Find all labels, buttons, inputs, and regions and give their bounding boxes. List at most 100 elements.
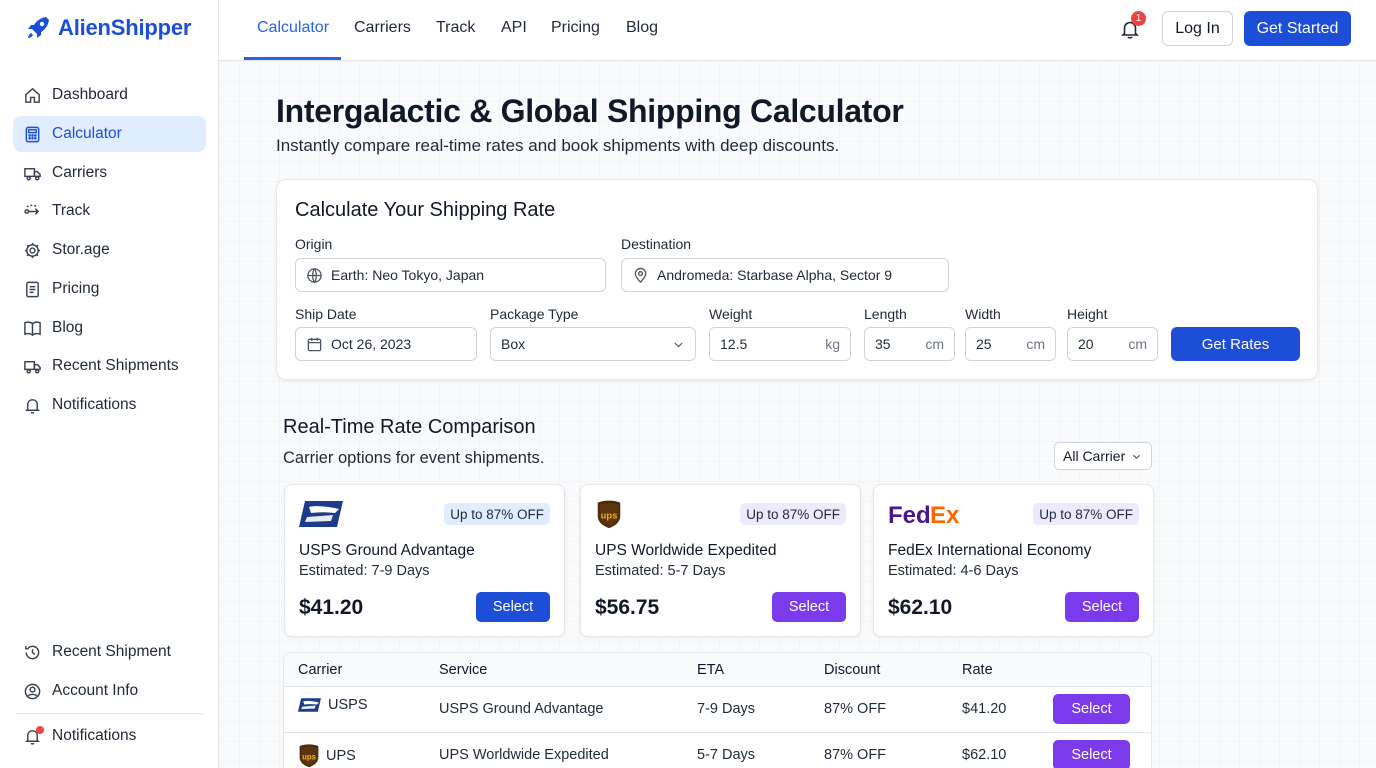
svg-text:ups: ups [302, 752, 317, 761]
usps-logo [298, 698, 321, 712]
height-value: 20 [1078, 336, 1094, 352]
carrier-name: UPS [326, 747, 356, 764]
rate-price: $41.20 [299, 596, 364, 619]
globe-icon [307, 267, 322, 283]
active-tab-indicator [244, 57, 341, 60]
history-icon [25, 645, 40, 659]
select-rate-button[interactable]: Select [1065, 592, 1139, 622]
sidebar-item-notifications-bottom[interactable]: Notifications [13, 718, 206, 754]
table-row: USPS USPS Ground Advantage 7-9 Days 87% … [284, 687, 1151, 733]
topnav-pricing[interactable]: Pricing [551, 19, 600, 37]
sidebar-item-account-info[interactable]: Account Info [13, 673, 206, 709]
select-rate-button[interactable]: Select [476, 592, 550, 622]
sidebar-item-label: Pricing [52, 280, 100, 297]
height-label: Height [1067, 306, 1108, 322]
notification-count-badge: 1 [1131, 11, 1146, 26]
origin-label: Origin [295, 236, 333, 252]
destination-value: Andromeda: Starbase Alpha, Sector 9 [657, 267, 893, 283]
carrier-name: USPS [328, 697, 368, 713]
svg-text:Fed: Fed [888, 502, 931, 529]
weight-unit: kg [825, 336, 840, 352]
service-cell: USPS Ground Advantage [439, 701, 604, 717]
column-header: ETA [697, 662, 725, 678]
select-row-button[interactable]: Select [1053, 694, 1130, 724]
select-rate-button[interactable]: Select [772, 592, 846, 622]
svg-text:Ex: Ex [930, 502, 960, 529]
rate-card-usps: Up to 87% OFF USPS Ground Advantage Esti… [284, 484, 565, 637]
get-started-button[interactable]: Get Started [1244, 11, 1351, 46]
calculator-icon [25, 126, 40, 142]
bell-icon [25, 398, 40, 414]
column-header: Rate [962, 662, 993, 678]
sidebar-item-label: Notifications [52, 396, 137, 413]
sidebar: AlienShipper Dashboard Calculator Carrie… [0, 0, 219, 768]
comparison-subtitle: Carrier options for event shipments. [283, 449, 545, 467]
rates-table: Carrier Service ETA Discount Rate USPS U… [283, 652, 1152, 768]
eta-cell: 5-7 Days [697, 747, 756, 763]
sidebar-item-dashboard[interactable]: Dashboard [13, 77, 206, 113]
carrier-cell: ups UPS [298, 743, 356, 768]
height-unit: cm [1128, 336, 1147, 352]
rate-card-fedex: Fed Ex Up to 87% OFF FedEx International… [873, 484, 1154, 637]
discount-badge: Up to 87% OFF [444, 503, 550, 525]
height-input[interactable]: 20 cm [1067, 327, 1158, 361]
user-circle-icon [24, 683, 41, 699]
notification-dot [36, 726, 44, 734]
sidebar-item-label: Dashboard [52, 86, 128, 103]
brand-logo[interactable]: AlienShipper [24, 14, 191, 42]
sidebar-item-recent-shipments[interactable]: Recent Shipments [13, 348, 206, 384]
select-row-button[interactable]: Select [1053, 740, 1130, 768]
calculator-title: Calculate Your Shipping Rate [295, 199, 556, 221]
book-icon [24, 320, 41, 336]
svg-text:ups: ups [601, 511, 618, 521]
origin-field[interactable]: Earth: Neo Tokyo, Japan [295, 258, 606, 292]
sidebar-item-label: Carriers [52, 164, 108, 181]
topnav-track[interactable]: Track [436, 19, 475, 37]
rate-service: FedEx International Economy [888, 542, 1092, 559]
rate-card-ups: ups Up to 87% OFF UPS Worldwide Expedite… [580, 484, 861, 637]
sidebar-divider [16, 713, 204, 714]
carrier-filter-select[interactable]: All Carrier [1054, 442, 1152, 470]
truck-icon [24, 167, 41, 180]
length-input[interactable]: 35 cm [864, 327, 955, 361]
topnav-blog[interactable]: Blog [626, 19, 658, 37]
column-header: Discount [824, 662, 881, 678]
home-icon [25, 87, 40, 103]
rate-price: $56.75 [595, 596, 660, 619]
sidebar-item-calculator[interactable]: Calculator [13, 116, 206, 152]
topnav-api[interactable]: API [501, 19, 527, 37]
rocket-icon [28, 17, 49, 38]
carrier-cell: USPS [298, 697, 368, 713]
width-label: Width [965, 306, 1001, 322]
column-header: Service [439, 662, 488, 678]
sidebar-item-track[interactable]: Track [13, 193, 206, 229]
weight-label: Weight [709, 306, 753, 322]
width-unit: cm [1026, 336, 1045, 352]
destination-field[interactable]: Andromeda: Starbase Alpha, Sector 9 [621, 258, 949, 292]
width-input[interactable]: 25 cm [965, 327, 1056, 361]
sidebar-item-blog[interactable]: Blog [13, 310, 206, 346]
login-button[interactable]: Log In [1162, 11, 1233, 46]
topnav-calculator[interactable]: Calculator [257, 19, 329, 37]
calculator-card: Calculate Your Shipping Rate Origin Eart… [276, 179, 1318, 380]
carrier-filter-value: All Carrier [1063, 448, 1126, 464]
weight-input[interactable]: 12.5 kg [709, 327, 851, 361]
sidebar-item-recent-shipment[interactable]: Recent Shipment [13, 634, 206, 670]
package-type-select[interactable]: Box [490, 327, 696, 361]
sidebar-item-pricing[interactable]: Pricing [13, 271, 206, 307]
length-value: 35 [875, 336, 891, 352]
sidebar-item-carriers[interactable]: Carriers [13, 155, 206, 191]
get-rates-button[interactable]: Get Rates [1171, 327, 1300, 361]
discount-badge: Up to 87% OFF [1033, 503, 1139, 525]
comparison-title: Real-Time Rate Comparison [283, 416, 536, 438]
ups-logo: ups [299, 744, 319, 768]
package-type-label: Package Type [490, 306, 579, 322]
rate-estimate: Estimated: 5-7 Days [595, 563, 726, 579]
destination-label: Destination [621, 236, 692, 252]
eta-cell: 7-9 Days [697, 701, 756, 717]
topnav-carriers[interactable]: Carriers [354, 19, 411, 37]
sidebar-item-storage[interactable]: Stor.age [13, 232, 206, 268]
sidebar-item-label: Notifications [52, 727, 137, 744]
sidebar-item-notifications[interactable]: Notifications [13, 387, 206, 423]
ship-date-field[interactable]: Oct 26, 2023 [295, 327, 477, 361]
